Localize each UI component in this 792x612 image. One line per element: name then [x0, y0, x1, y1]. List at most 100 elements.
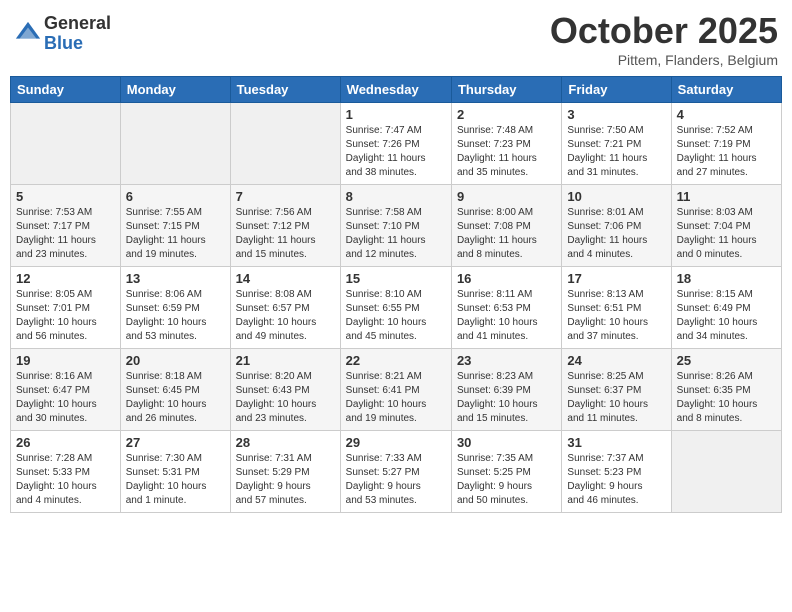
day-info: Sunrise: 8:21 AM Sunset: 6:41 PM Dayligh…	[346, 370, 446, 426]
calendar-cell: 18 Sunrise: 8:15 AM Sunset: 6:49 PM Dayli…	[671, 267, 781, 349]
calendar-cell: 1 Sunrise: 7:47 AM Sunset: 7:26 PM Daylig…	[340, 103, 451, 185]
day-info: Sunrise: 8:05 AM Sunset: 7:01 PM Dayligh…	[16, 288, 115, 344]
day-info: Sunrise: 7:48 AM Sunset: 7:23 PM Dayligh…	[457, 124, 556, 180]
calendar-cell: 20 Sunrise: 8:18 AM Sunset: 6:45 PM Dayli…	[120, 349, 230, 431]
day-info: Sunrise: 7:55 AM Sunset: 7:15 PM Dayligh…	[126, 206, 225, 262]
calendar-cell	[230, 103, 340, 185]
page-header: General Blue October 2025 Pittem, Flande…	[10, 10, 782, 68]
month-title: October 2025	[550, 10, 778, 52]
day-info: Sunrise: 8:16 AM Sunset: 6:47 PM Dayligh…	[16, 370, 115, 426]
day-number: 15	[346, 271, 446, 286]
calendar-cell: 28Sunrise: 7:31 AM Sunset: 5:29 PM Dayli…	[230, 431, 340, 513]
day-info: Sunrise: 8:18 AM Sunset: 6:45 PM Dayligh…	[126, 370, 225, 426]
day-number: 11	[677, 189, 776, 204]
weekday-header-wednesday: Wednesday	[340, 77, 451, 103]
calendar-cell: 8Sunrise: 7:58 AM Sunset: 7:10 PM Daylig…	[340, 185, 451, 267]
logo: General Blue	[14, 14, 111, 54]
day-info: Sunrise: 8:20 AM Sunset: 6:43 PM Dayligh…	[236, 370, 335, 426]
day-info: Sunrise: 7:50 AM Sunset: 7:21 PM Dayligh…	[567, 124, 665, 180]
day-info: Sunrise: 8:23 AM Sunset: 6:39 PM Dayligh…	[457, 370, 556, 426]
calendar-cell: 6Sunrise: 7:55 AM Sunset: 7:15 PM Daylig…	[120, 185, 230, 267]
day-info: Sunrise: 8:26 AM Sunset: 6:35 PM Dayligh…	[677, 370, 776, 426]
day-info: Sunrise: 7:56 AM Sunset: 7:12 PM Dayligh…	[236, 206, 335, 262]
day-number: 31	[567, 435, 665, 450]
calendar-cell: 2 Sunrise: 7:48 AM Sunset: 7:23 PM Daylig…	[451, 103, 561, 185]
day-info: Sunrise: 7:37 AM Sunset: 5:23 PM Dayligh…	[567, 452, 665, 508]
day-number: 9	[457, 189, 556, 204]
title-area: October 2025 Pittem, Flanders, Belgium	[550, 10, 778, 68]
day-info: Sunrise: 7:28 AM Sunset: 5:33 PM Dayligh…	[16, 452, 115, 508]
calendar-week-row: 19 Sunrise: 8:16 AM Sunset: 6:47 PM Dayli…	[11, 349, 782, 431]
calendar-cell	[120, 103, 230, 185]
day-info: Sunrise: 7:30 AM Sunset: 5:31 PM Dayligh…	[126, 452, 225, 508]
day-info: Sunrise: 8:08 AM Sunset: 6:57 PM Dayligh…	[236, 288, 335, 344]
day-number: 30	[457, 435, 556, 450]
calendar-cell: 31 Sunrise: 7:37 AM Sunset: 5:23 PM Dayli…	[562, 431, 671, 513]
calendar-cell	[11, 103, 121, 185]
weekday-header-row: SundayMondayTuesdayWednesdayThursdayFrid…	[11, 77, 782, 103]
calendar-cell: 12 Sunrise: 8:05 AM Sunset: 7:01 PM Dayli…	[11, 267, 121, 349]
day-number: 4	[677, 107, 776, 122]
day-number: 2	[457, 107, 556, 122]
calendar-cell: 15Sunrise: 8:10 AM Sunset: 6:55 PM Dayli…	[340, 267, 451, 349]
calendar-cell: 24Sunrise: 8:25 AM Sunset: 6:37 PM Dayli…	[562, 349, 671, 431]
calendar-cell: 21 Sunrise: 8:20 AM Sunset: 6:43 PM Dayli…	[230, 349, 340, 431]
day-info: Sunrise: 8:06 AM Sunset: 6:59 PM Dayligh…	[126, 288, 225, 344]
day-number: 28	[236, 435, 335, 450]
calendar-table: SundayMondayTuesdayWednesdayThursdayFrid…	[10, 76, 782, 513]
day-info: Sunrise: 7:53 AM Sunset: 7:17 PM Dayligh…	[16, 206, 115, 262]
day-number: 7	[236, 189, 335, 204]
calendar-cell: 11 Sunrise: 8:03 AM Sunset: 7:04 PM Dayli…	[671, 185, 781, 267]
day-info: Sunrise: 7:58 AM Sunset: 7:10 PM Dayligh…	[346, 206, 446, 262]
calendar-cell: 9Sunrise: 8:00 AM Sunset: 7:08 PM Daylig…	[451, 185, 561, 267]
day-number: 25	[677, 353, 776, 368]
day-number: 22	[346, 353, 446, 368]
day-number: 19	[16, 353, 115, 368]
day-number: 1	[346, 107, 446, 122]
day-number: 18	[677, 271, 776, 286]
logo-text: General Blue	[44, 14, 111, 54]
weekday-header-tuesday: Tuesday	[230, 77, 340, 103]
calendar-week-row: 26Sunrise: 7:28 AM Sunset: 5:33 PM Dayli…	[11, 431, 782, 513]
logo-icon	[14, 20, 42, 48]
location-subtitle: Pittem, Flanders, Belgium	[550, 52, 778, 68]
day-info: Sunrise: 8:01 AM Sunset: 7:06 PM Dayligh…	[567, 206, 665, 262]
logo-general: General	[44, 14, 111, 34]
day-info: Sunrise: 7:52 AM Sunset: 7:19 PM Dayligh…	[677, 124, 776, 180]
day-info: Sunrise: 8:03 AM Sunset: 7:04 PM Dayligh…	[677, 206, 776, 262]
weekday-header-monday: Monday	[120, 77, 230, 103]
calendar-cell: 29 Sunrise: 7:33 AM Sunset: 5:27 PM Dayli…	[340, 431, 451, 513]
weekday-header-friday: Friday	[562, 77, 671, 103]
day-info: Sunrise: 8:13 AM Sunset: 6:51 PM Dayligh…	[567, 288, 665, 344]
calendar-cell: 23 Sunrise: 8:23 AM Sunset: 6:39 PM Dayli…	[451, 349, 561, 431]
calendar-cell: 22 Sunrise: 8:21 AM Sunset: 6:41 PM Dayli…	[340, 349, 451, 431]
calendar-cell: 26Sunrise: 7:28 AM Sunset: 5:33 PM Dayli…	[11, 431, 121, 513]
calendar-cell: 27Sunrise: 7:30 AM Sunset: 5:31 PM Dayli…	[120, 431, 230, 513]
day-number: 17	[567, 271, 665, 286]
calendar-cell: 5Sunrise: 7:53 AM Sunset: 7:17 PM Daylig…	[11, 185, 121, 267]
day-number: 10	[567, 189, 665, 204]
calendar-cell: 4 Sunrise: 7:52 AM Sunset: 7:19 PM Daylig…	[671, 103, 781, 185]
day-number: 21	[236, 353, 335, 368]
day-number: 12	[16, 271, 115, 286]
day-info: Sunrise: 8:25 AM Sunset: 6:37 PM Dayligh…	[567, 370, 665, 426]
calendar-week-row: 5Sunrise: 7:53 AM Sunset: 7:17 PM Daylig…	[11, 185, 782, 267]
calendar-cell: 17 Sunrise: 8:13 AM Sunset: 6:51 PM Dayli…	[562, 267, 671, 349]
day-number: 20	[126, 353, 225, 368]
day-number: 16	[457, 271, 556, 286]
day-number: 23	[457, 353, 556, 368]
logo-blue: Blue	[44, 34, 111, 54]
day-info: Sunrise: 7:33 AM Sunset: 5:27 PM Dayligh…	[346, 452, 446, 508]
calendar-week-row: 12 Sunrise: 8:05 AM Sunset: 7:01 PM Dayli…	[11, 267, 782, 349]
weekday-header-saturday: Saturday	[671, 77, 781, 103]
weekday-header-sunday: Sunday	[11, 77, 121, 103]
day-number: 29	[346, 435, 446, 450]
calendar-cell: 25 Sunrise: 8:26 AM Sunset: 6:35 PM Dayli…	[671, 349, 781, 431]
calendar-cell: 14 Sunrise: 8:08 AM Sunset: 6:57 PM Dayli…	[230, 267, 340, 349]
day-info: Sunrise: 8:15 AM Sunset: 6:49 PM Dayligh…	[677, 288, 776, 344]
calendar-cell: 3Sunrise: 7:50 AM Sunset: 7:21 PM Daylig…	[562, 103, 671, 185]
calendar-cell: 13 Sunrise: 8:06 AM Sunset: 6:59 PM Dayli…	[120, 267, 230, 349]
day-info: Sunrise: 7:47 AM Sunset: 7:26 PM Dayligh…	[346, 124, 446, 180]
day-number: 13	[126, 271, 225, 286]
day-number: 14	[236, 271, 335, 286]
